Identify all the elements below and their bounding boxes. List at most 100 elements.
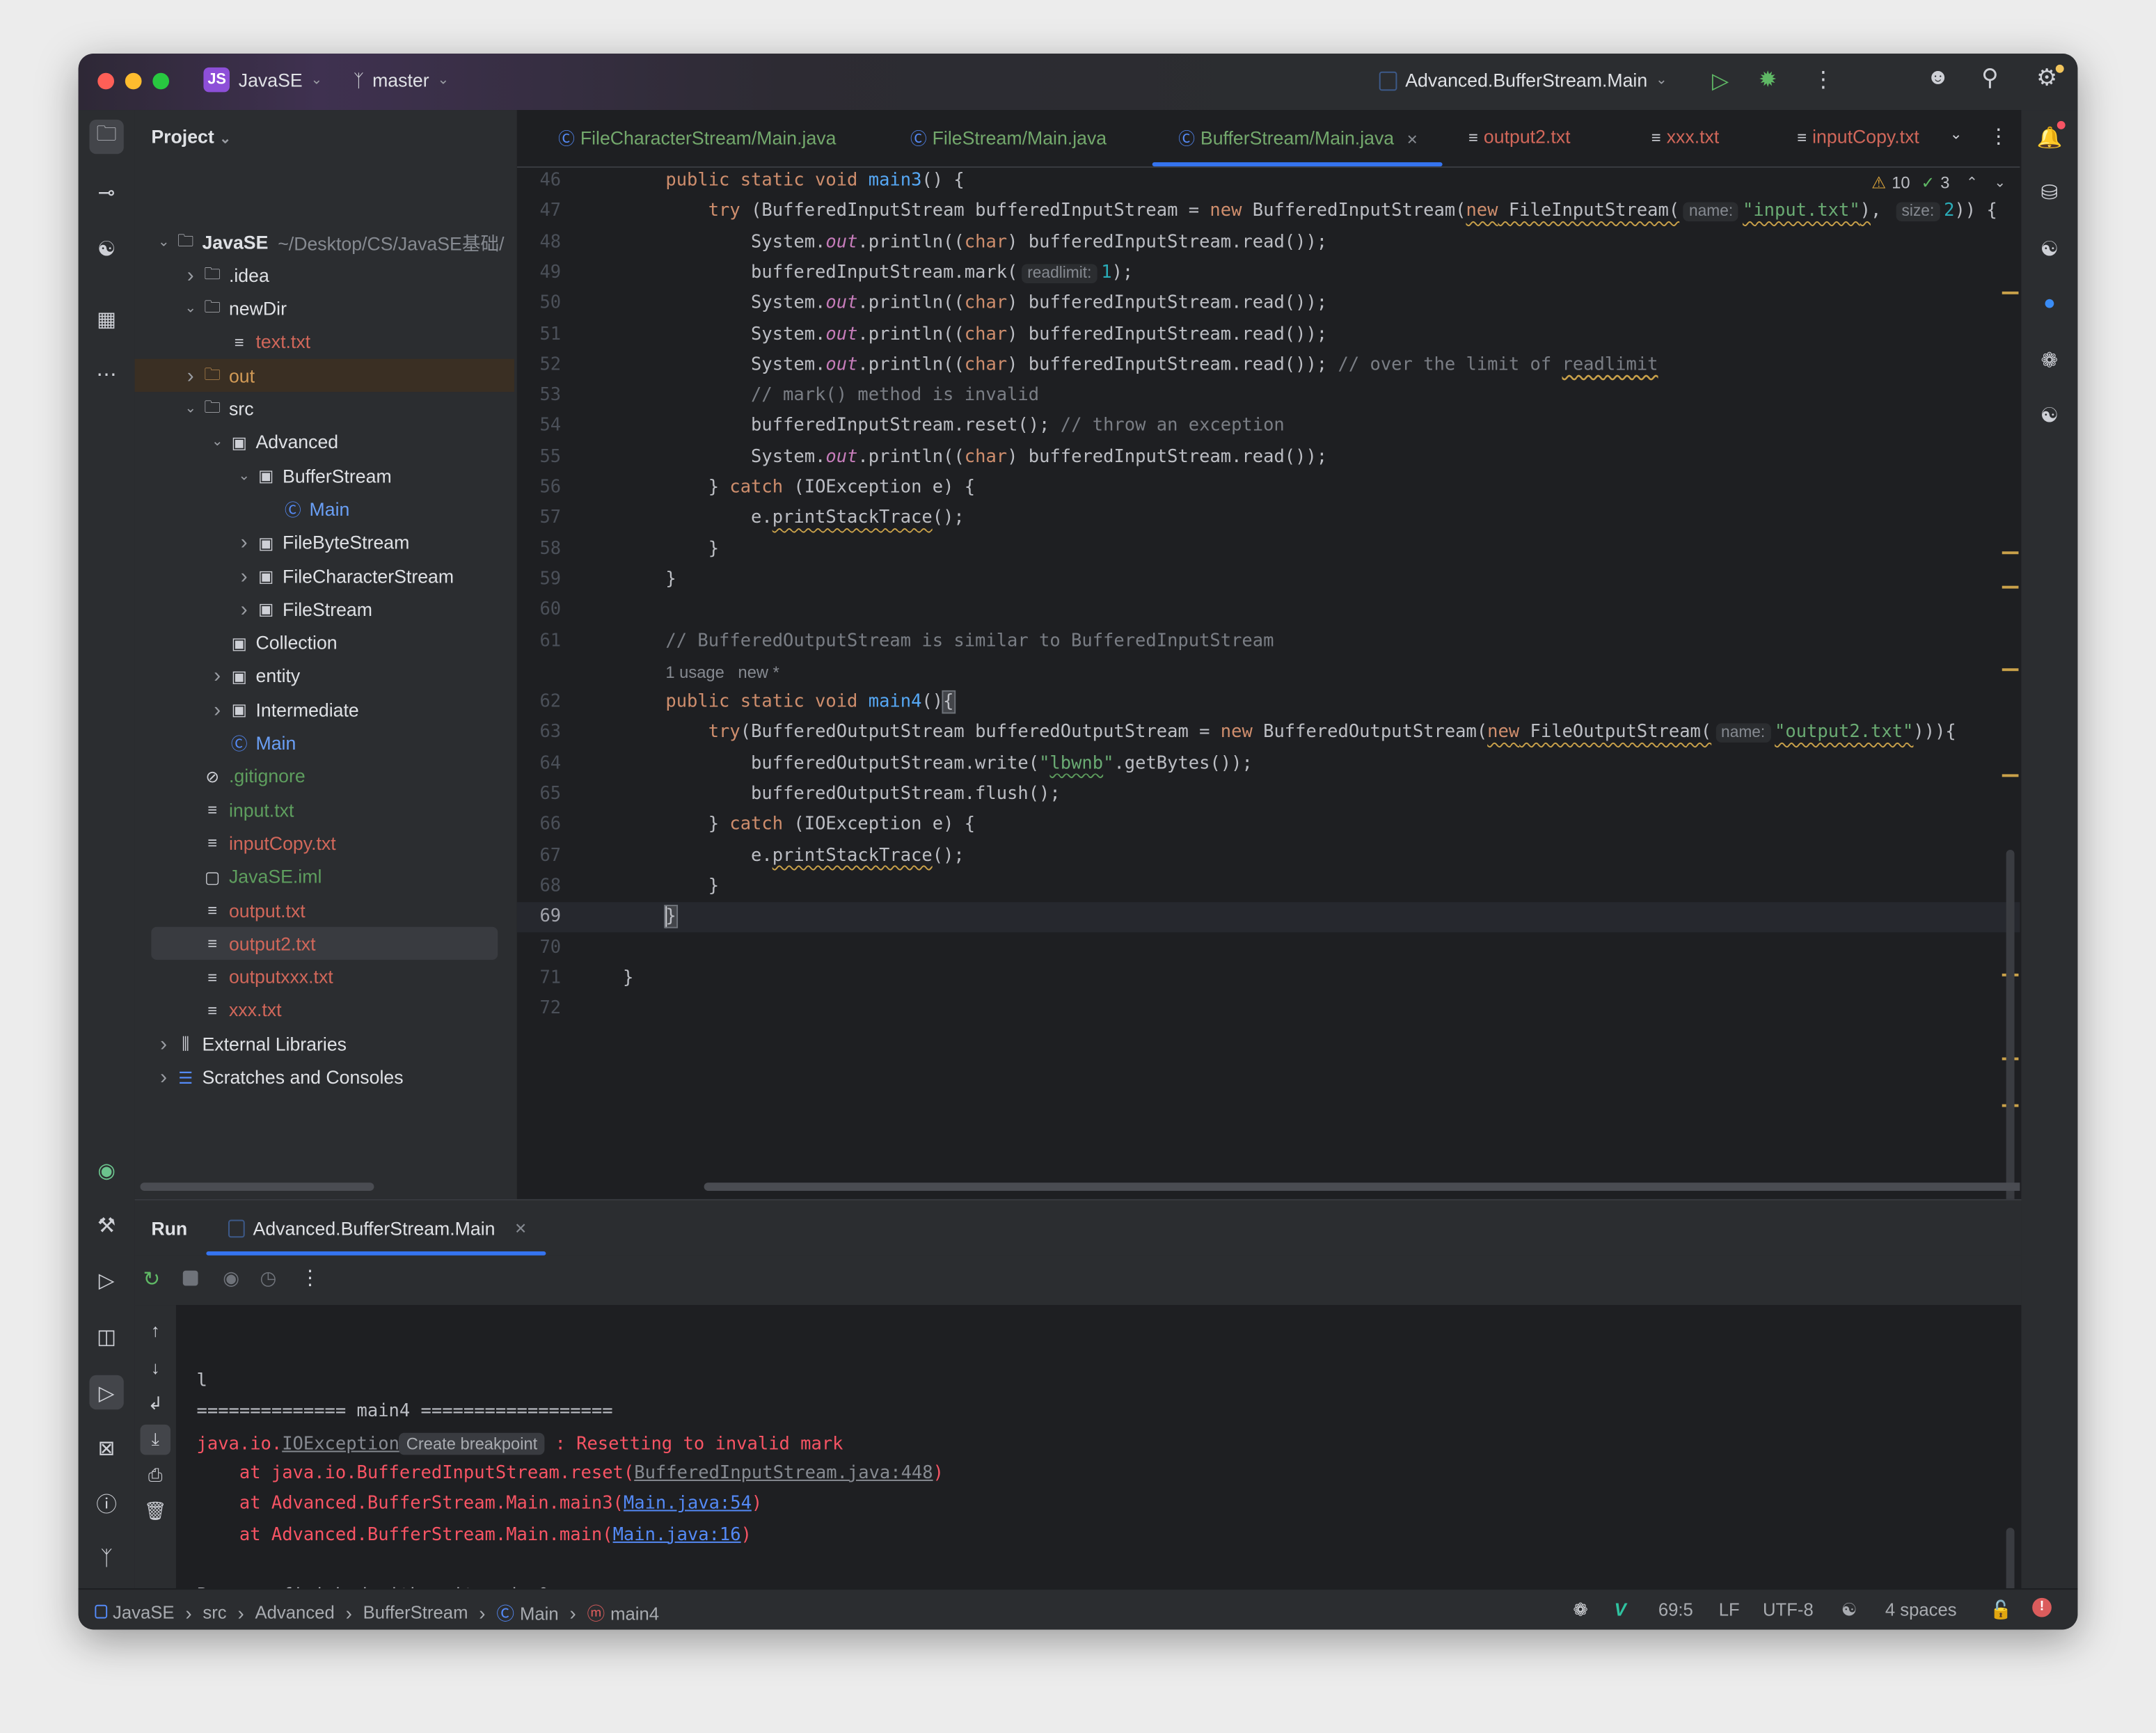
add-user-icon[interactable]: ☻ bbox=[1926, 66, 1949, 91]
tree-item[interactable]: › ▣ Intermediate bbox=[135, 693, 514, 726]
tree-item[interactable]: › ▣ entity bbox=[135, 660, 514, 693]
chevron-down-icon[interactable]: ⌄ bbox=[181, 402, 200, 417]
copilot-agent-icon[interactable]: ☯ bbox=[2032, 397, 2066, 432]
breadcrumb-item[interactable]: src bbox=[203, 1602, 226, 1623]
line-number[interactable]: 72 bbox=[517, 995, 561, 1025]
tab-bufferstream-main-java[interactable]: Ⓒ BufferStream/Main.java ✕ bbox=[1178, 127, 1418, 150]
tree-item[interactable]: ⌄ 🗀 src bbox=[135, 393, 514, 425]
tree-item[interactable]: ▢ JavaSE.iml bbox=[135, 860, 514, 893]
tab-inputcopy-txt[interactable]: ≡ inputCopy.txt bbox=[1797, 127, 1932, 148]
line-number[interactable]: 70 bbox=[517, 933, 561, 964]
clear-trash-icon[interactable]: 🗑 bbox=[141, 1496, 171, 1526]
more-icon[interactable]: ⋮ bbox=[300, 1265, 321, 1290]
terminal-alt-icon[interactable]: ◫ bbox=[89, 1319, 123, 1353]
stack-trace-link[interactable]: BufferedInputStream.java:448 bbox=[634, 1463, 933, 1484]
scroll-up-icon[interactable]: ↑ bbox=[141, 1316, 171, 1346]
stack-trace-link[interactable]: Main.java:54 bbox=[624, 1494, 752, 1514]
run-tab[interactable]: Advanced.BufferStream.Main ✕ bbox=[228, 1219, 527, 1239]
line-number[interactable]: 65 bbox=[517, 780, 561, 810]
warning-stripe-mark[interactable] bbox=[2002, 585, 2019, 589]
close-tab-icon[interactable]: ✕ bbox=[514, 1220, 527, 1238]
settings-icon[interactable]: ⚙ bbox=[2036, 65, 2057, 93]
debug-icon[interactable]: ✹ bbox=[1759, 66, 1777, 94]
tree-item[interactable]: ⌄ ▣ Advanced bbox=[135, 426, 514, 459]
project-folder-icon[interactable]: 🗀 bbox=[89, 119, 124, 155]
chevron-down-icon[interactable]: ⌄ bbox=[154, 235, 173, 250]
chevron-right-icon[interactable]: › bbox=[235, 531, 254, 555]
line-number[interactable]: 56 bbox=[517, 473, 561, 504]
create-breakpoint-button[interactable]: Create breakpoint bbox=[399, 1432, 545, 1455]
problems-icon[interactable]: ⓘ bbox=[89, 1487, 123, 1521]
line-number[interactable]: 54 bbox=[517, 412, 561, 443]
line-number[interactable]: 71 bbox=[517, 964, 561, 995]
tree-item[interactable]: ≡ input.txt bbox=[135, 793, 514, 826]
git-icon[interactable]: ᛉ bbox=[89, 1542, 123, 1576]
commit-icon[interactable]: ⊸ bbox=[89, 175, 123, 209]
previous-highlight-icon[interactable]: ⌃ bbox=[1966, 175, 1978, 191]
line-number[interactable]: 46 bbox=[517, 166, 561, 197]
breadcrumb-item[interactable]: ⓜ main4 bbox=[587, 1599, 659, 1626]
tree-item[interactable]: ≡ inputCopy.txt bbox=[135, 827, 514, 860]
file-encoding[interactable]: UTF-8 bbox=[1763, 1599, 1814, 1620]
copilot-icon[interactable]: ☯ bbox=[89, 231, 123, 265]
build-icon[interactable]: ⚒ bbox=[89, 1208, 123, 1242]
line-number[interactable]: 51 bbox=[517, 319, 561, 350]
tree-item[interactable]: › ▣ FileStream bbox=[135, 593, 514, 626]
tab-output2-txt[interactable]: ≡ output2.txt bbox=[1468, 127, 1570, 148]
maximize-window-button[interactable] bbox=[152, 72, 170, 90]
line-number[interactable]: 64 bbox=[517, 749, 561, 780]
line-number[interactable]: 49 bbox=[517, 258, 561, 289]
close-tab-icon[interactable]: ✕ bbox=[1406, 134, 1418, 149]
profiler-icon[interactable]: ◷ bbox=[260, 1267, 276, 1290]
warning-stripe-mark[interactable] bbox=[2002, 551, 2019, 555]
tree-item[interactable]: ≡ outputxxx.txt bbox=[135, 960, 514, 993]
tree-item[interactable]: › 🗀 out bbox=[134, 359, 514, 393]
line-number[interactable]: 47 bbox=[517, 197, 561, 228]
search-icon[interactable]: ⚲ bbox=[1981, 65, 1999, 93]
chevron-down-icon[interactable]: ⌄ bbox=[235, 468, 254, 484]
stack-trace-link[interactable]: IOException bbox=[282, 1434, 399, 1455]
structure-icon[interactable]: ▦ bbox=[89, 301, 123, 335]
tree-item[interactable]: ▣ Collection bbox=[135, 626, 514, 659]
line-number[interactable]: 63 bbox=[517, 718, 561, 749]
tree-item[interactable]: ⌄ 🗀 newDir bbox=[135, 292, 514, 325]
chevron-right-icon[interactable]: › bbox=[207, 698, 227, 722]
line-number[interactable]: 48 bbox=[517, 228, 561, 258]
line-number[interactable]: 52 bbox=[517, 350, 561, 381]
line-number[interactable]: 53 bbox=[517, 381, 561, 411]
run-tool-icon[interactable]: ▷ bbox=[89, 1375, 124, 1410]
tree-item[interactable]: ≡ output2.txt bbox=[151, 927, 498, 960]
tree-item[interactable]: ⌄ 🗀 JavaSE ~/Desktop/CS/JavaSE基础/ bbox=[135, 225, 514, 258]
openai-status-icon[interactable]: ❁ bbox=[1573, 1599, 1588, 1622]
more-icon[interactable]: ⋮ bbox=[1812, 66, 1834, 94]
chevron-right-icon[interactable]: › bbox=[235, 598, 254, 622]
chevron-right-icon[interactable]: › bbox=[235, 564, 254, 588]
services-icon[interactable]: ▷ bbox=[89, 1263, 123, 1297]
line-number[interactable]: 55 bbox=[517, 443, 561, 473]
run-config-selector[interactable]: Advanced.BufferStream.Main ⌄ bbox=[1379, 70, 1667, 90]
line-number[interactable]: 59 bbox=[517, 565, 561, 596]
warning-stripe-mark[interactable] bbox=[2002, 291, 2019, 294]
breadcrumb-item[interactable]: Ⓒ Main bbox=[496, 1599, 558, 1626]
project-switcher[interactable]: JS JavaSE ⌄ bbox=[203, 67, 322, 93]
breadcrumb-item[interactable]: BufferStream bbox=[363, 1602, 468, 1623]
rerun-icon[interactable]: ↻ bbox=[143, 1267, 160, 1292]
print-icon[interactable]: ⎙ bbox=[141, 1460, 171, 1490]
line-number[interactable]: 69 bbox=[517, 902, 561, 933]
copilot-chat-icon[interactable]: ☯ bbox=[2032, 231, 2066, 265]
tree-item[interactable]: ≡ text.txt bbox=[135, 326, 514, 358]
editor-vertical-scrollbar[interactable] bbox=[2006, 850, 2015, 1228]
line-ending[interactable]: LF bbox=[1719, 1599, 1740, 1620]
line-number[interactable]: 67 bbox=[517, 841, 561, 871]
line-number[interactable]: 60 bbox=[517, 596, 561, 626]
tab-filecharacterstream-main-java[interactable]: Ⓒ FileCharacterStream/Main.java bbox=[558, 127, 836, 150]
chevron-right-icon[interactable]: › bbox=[154, 1066, 173, 1089]
chevron-down-icon[interactable]: ⌄ bbox=[207, 435, 227, 450]
copilot-status-icon[interactable]: ☯ bbox=[1841, 1599, 1857, 1622]
chevron-right-icon[interactable]: › bbox=[207, 665, 227, 688]
ai-chat-icon[interactable]: ● bbox=[2032, 286, 2066, 320]
line-number[interactable]: 66 bbox=[517, 810, 561, 841]
tree-item[interactable]: › ⫼ External Libraries bbox=[135, 1027, 514, 1060]
line-number[interactable]: 62 bbox=[517, 688, 561, 718]
scroll-down-icon[interactable]: ↓ bbox=[141, 1353, 171, 1383]
